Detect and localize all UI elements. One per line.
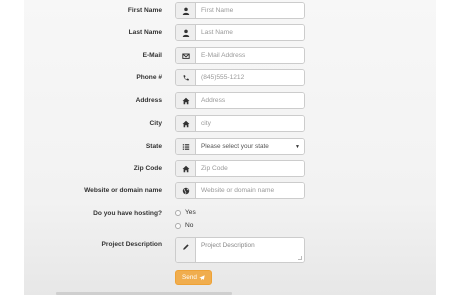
first-name-group (175, 2, 305, 19)
first-name-label: First Name (127, 7, 162, 14)
address-label: Address (135, 97, 162, 104)
email-label: E-Mail (142, 52, 162, 59)
user-icon (176, 25, 196, 40)
paper-plane-icon (199, 274, 205, 280)
state-group: Please select your state ▼ (175, 138, 305, 155)
pencil-icon (176, 238, 196, 262)
home-icon (176, 93, 196, 108)
hosting-option-no[interactable]: No (175, 222, 193, 229)
home-icon (176, 116, 196, 131)
state-label: State (145, 143, 162, 150)
phone-group (175, 69, 305, 86)
project-group (175, 237, 305, 263)
zip-input[interactable] (196, 161, 304, 176)
website-label: Website or domain name (84, 187, 162, 194)
globe-icon (176, 183, 196, 198)
city-group (175, 115, 305, 132)
project-textarea[interactable] (196, 238, 304, 262)
email-group (175, 47, 305, 64)
address-input[interactable] (196, 93, 304, 108)
first-name-input[interactable] (196, 3, 304, 18)
phone-icon (176, 70, 196, 85)
chevron-down-icon: ▼ (295, 143, 300, 150)
phone-label: Phone # (136, 74, 162, 81)
send-button[interactable]: Send (175, 270, 212, 285)
radio-no[interactable] (175, 222, 181, 229)
phone-input[interactable] (196, 70, 304, 85)
email-input[interactable] (196, 48, 304, 63)
list-icon (176, 139, 196, 154)
radio-yes-label: Yes (185, 209, 196, 216)
address-group (175, 92, 305, 109)
website-input[interactable] (196, 183, 304, 198)
project-label: Project Description (101, 241, 162, 248)
state-select[interactable]: Please select your state ▼ (196, 139, 304, 154)
website-group (175, 182, 305, 199)
zip-group (175, 160, 305, 177)
radio-yes[interactable] (175, 209, 181, 216)
last-name-group (175, 24, 305, 41)
last-name-input[interactable] (196, 25, 304, 40)
radio-no-label: No (185, 222, 194, 229)
last-name-label: Last Name (128, 29, 162, 36)
envelope-icon (176, 48, 196, 63)
zip-label: Zip Code (133, 165, 162, 172)
city-label: City (149, 120, 162, 127)
send-button-label: Send (182, 274, 197, 281)
hosting-label: Do you have hosting? (93, 210, 162, 217)
resize-handle[interactable] (298, 256, 302, 260)
city-input[interactable] (196, 116, 304, 131)
home-icon (176, 161, 196, 176)
state-selected-value: Please select your state (201, 143, 269, 150)
hosting-option-yes[interactable]: Yes (175, 209, 196, 216)
user-icon (176, 3, 196, 18)
